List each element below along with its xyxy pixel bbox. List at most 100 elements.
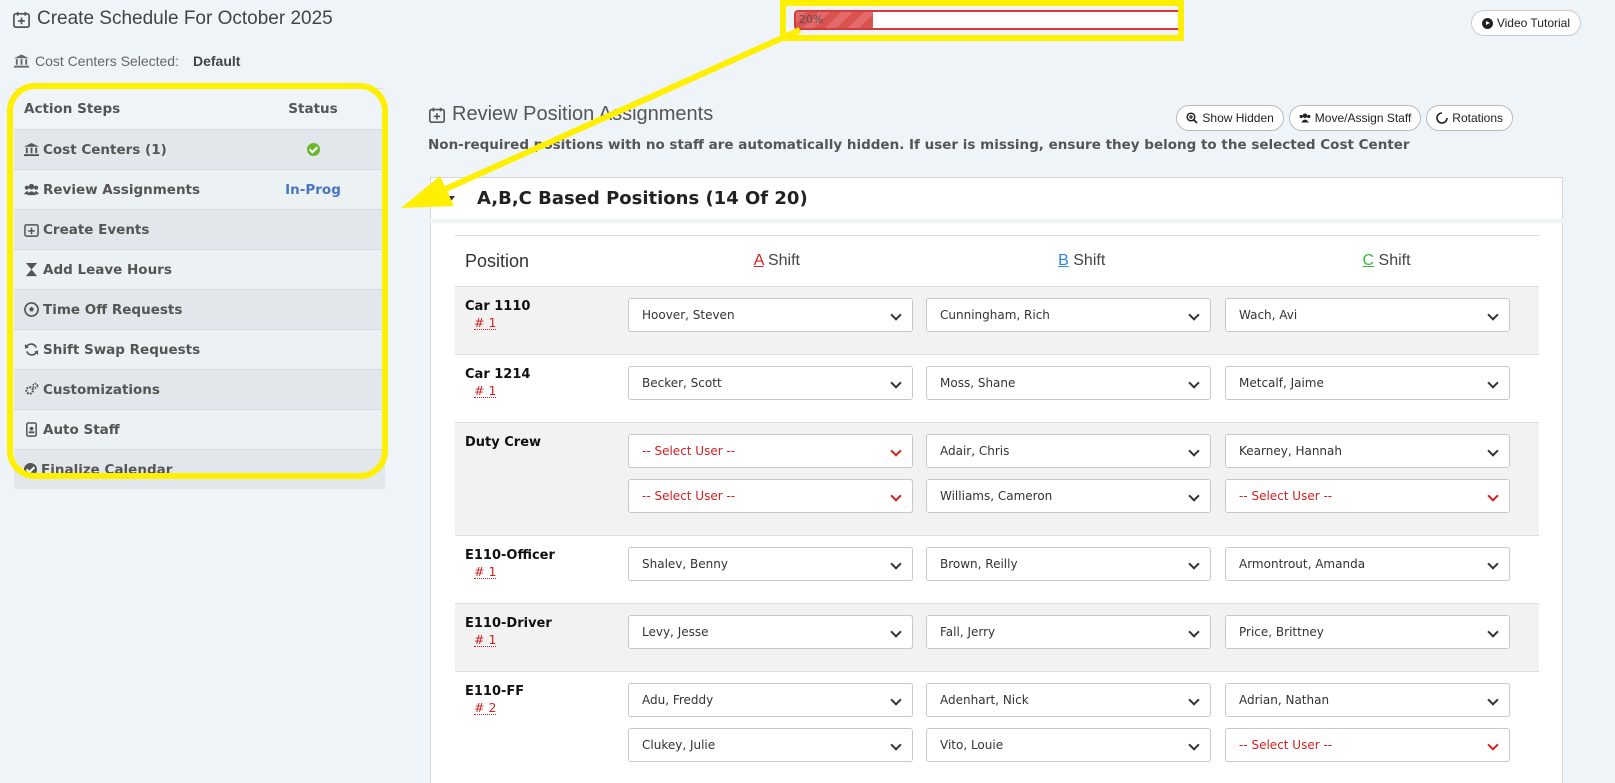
shift-a-user-select[interactable]: -- Select User -- [628, 434, 913, 468]
shift-c-user-select[interactable]: Armontrout, Amanda [1225, 547, 1510, 581]
position-name: Duty Crew [465, 435, 542, 450]
shift-c-user-select[interactable]: Price, Brittney [1225, 615, 1510, 649]
sidebar-item-label: Shift Swap Requests [43, 341, 201, 358]
shift-c-user-select[interactable]: -- Select User -- [1225, 728, 1510, 762]
column-shift-b: B Shift [929, 252, 1234, 270]
position-name: E110-FF [465, 684, 525, 699]
progress-fill: 20% [796, 12, 873, 28]
review-title-text: Review Position Assignments [452, 103, 714, 125]
shift-b-letter: B [1058, 252, 1069, 269]
shift-b-user-select[interactable]: Brown, Reilly [926, 547, 1211, 581]
rotations-label: Rotations [1452, 111, 1503, 125]
sidebar-item-create-events[interactable]: Create Events [14, 209, 385, 249]
shift-a-user-select[interactable]: Adu, Freddy [628, 683, 913, 717]
position-name: Car 1110 [465, 299, 531, 314]
sidebar-item-label: Finalize Calendar [41, 461, 173, 478]
position-number: # 1 [474, 315, 497, 330]
rotations-button[interactable]: Rotations [1426, 105, 1513, 131]
sidebar-item-label: Create Events [43, 221, 150, 238]
shift-c-user-select[interactable]: Adrian, Nathan [1225, 683, 1510, 717]
position-number: # 1 [474, 564, 497, 579]
show-hidden-button[interactable]: Show Hidden [1176, 105, 1284, 131]
sidebar-item-label: Cost Centers (1) [43, 141, 167, 158]
shift-word: Shift [1073, 252, 1106, 269]
position-number: # 1 [474, 632, 497, 647]
sidebar-item-label: Add Leave Hours [43, 261, 172, 278]
calendar-plus-icon [24, 224, 39, 237]
column-position: Position [465, 250, 530, 271]
grid-header: Position A Shift B Shift C Shift [455, 235, 1539, 287]
status-heading: Status [288, 101, 338, 117]
sidebar-item-label: Auto Staff [43, 421, 120, 438]
sidebar-item-customizations[interactable]: Customizations [14, 369, 385, 409]
users-icon [1299, 113, 1311, 123]
video-tutorial-button[interactable]: Video Tutorial [1470, 10, 1581, 36]
shift-a-user-select[interactable]: -- Select User -- [628, 479, 913, 513]
sidebar-item-label: Time Off Requests [43, 301, 183, 318]
status-badge: In-Prog [285, 181, 341, 198]
bank-icon [24, 142, 39, 157]
check-circle-icon [24, 463, 37, 476]
show-hidden-label: Show Hidden [1202, 111, 1274, 125]
refresh-icon [24, 343, 39, 356]
sidebar-item-label: Customizations [43, 381, 160, 398]
shift-a-user-select[interactable]: Becker, Scott [628, 366, 913, 400]
column-shift-a: A Shift [624, 252, 929, 270]
shift-c-user-select[interactable]: Wach, Avi [1225, 298, 1510, 332]
shift-a-user-select[interactable]: Shalev, Benny [628, 547, 913, 581]
hourglass-icon [25, 262, 38, 277]
position-name: E110-Driver [465, 616, 552, 631]
sidebar-item-label: Review Assignments [43, 181, 201, 198]
table-row: E110-Driver # 1 Levy, Jesse Fall, Jerry Pric… [455, 604, 1539, 672]
shift-word: Shift [1378, 252, 1411, 269]
shift-a-user-select[interactable]: Clukey, Julie [628, 728, 913, 762]
circle-notch-icon [1436, 112, 1449, 124]
calendar-plus-icon [13, 11, 30, 28]
shift-b-user-select[interactable]: Moss, Shane [926, 366, 1211, 400]
sidebar-item-cost-centers[interactable]: Cost Centers (1) [14, 129, 385, 169]
calendar-plus-icon [428, 107, 446, 123]
move-assign-label: Move/Assign Staff [1314, 111, 1412, 125]
move-assign-staff-button[interactable]: Move/Assign Staff [1288, 105, 1422, 131]
sidebar-header: Action Steps Status [14, 88, 385, 129]
bank-icon [14, 54, 29, 68]
review-position-assignments-title: Review Position Assignments [428, 103, 713, 126]
sidebar-item-time-off-requests[interactable]: Time Off Requests [14, 289, 385, 329]
shift-c-user-select[interactable]: -- Select User -- [1225, 479, 1510, 513]
action-steps-heading: Action Steps [24, 101, 121, 117]
group-header-abc[interactable]: A,B,C Based Positions (14 Of 20) [430, 177, 1563, 219]
shift-b-user-select[interactable]: Vito, Louie [926, 728, 1211, 762]
sidebar-item-add-leave-hours[interactable]: Add Leave Hours [14, 249, 385, 289]
play-icon [1481, 17, 1493, 29]
soccer-ball-icon [24, 302, 39, 317]
position-number: # 1 [474, 383, 497, 398]
sidebar-item-auto-staff[interactable]: Auto Staff [14, 409, 385, 449]
search-plus-icon [1186, 112, 1199, 124]
id-badge-icon [26, 422, 37, 437]
position-name: E110-Officer [465, 548, 555, 563]
sidebar-item-shift-swap-requests[interactable]: Shift Swap Requests [14, 329, 385, 369]
shift-b-user-select[interactable]: Fall, Jerry [926, 615, 1211, 649]
shift-c-letter: C [1362, 252, 1375, 269]
cost-centers-value: Default [192, 53, 241, 69]
shift-c-user-select[interactable]: Metcalf, Jaime [1225, 366, 1510, 400]
column-shift-c: C Shift [1234, 252, 1539, 270]
sidebar-item-review-assignments[interactable]: Review Assignments In-Prog [14, 169, 385, 209]
video-tutorial-label: Video Tutorial [1496, 16, 1570, 30]
position-name: Car 1214 [465, 367, 531, 382]
shift-a-letter: A [753, 252, 764, 269]
cost-centers-selected: Cost Centers Selected: Default [14, 53, 240, 69]
sidebar-item-finalize-calendar[interactable]: Finalize Calendar [14, 449, 385, 489]
check-circle-icon [306, 143, 320, 156]
table-row: Car 1214 # 1 Becker, Scott Moss, Shane Metca… [455, 355, 1539, 423]
toolbar: Show Hidden Move/Assign Staff Rotations [1176, 105, 1513, 131]
shift-b-user-select[interactable]: Adenhart, Nick [926, 683, 1211, 717]
shift-a-user-select[interactable]: Hoover, Steven [628, 298, 913, 332]
shift-c-user-select[interactable]: Kearney, Hannah [1225, 434, 1510, 468]
gears-icon [25, 382, 39, 395]
table-row: Duty Crew -- Select User -- -- Select User… [455, 423, 1539, 536]
shift-a-user-select[interactable]: Levy, Jesse [628, 615, 913, 649]
shift-b-user-select[interactable]: Adair, Chris [926, 434, 1211, 468]
shift-b-user-select[interactable]: Williams, Cameron [926, 479, 1211, 513]
shift-b-user-select[interactable]: Cunningham, Rich [926, 298, 1211, 332]
